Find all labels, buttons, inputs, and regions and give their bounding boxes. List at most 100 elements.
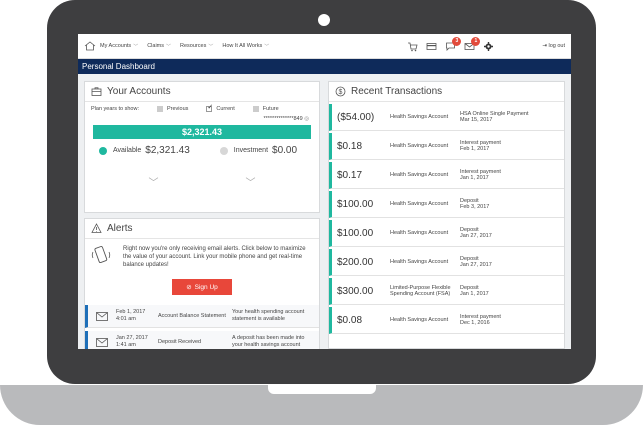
transaction-details: Deposit Jan 27, 2017 [460, 256, 564, 269]
alert-text: A deposit has been made into your health… [232, 335, 305, 348]
nav-how-it-works[interactable]: How It All Works ﹀ [222, 43, 269, 50]
chevron-down-icon[interactable]: ﹀ [246, 174, 256, 189]
alert-datetime: Feb 1, 2017 4:01 am [116, 309, 158, 323]
account-number-text: **************849 [263, 116, 303, 122]
chevron-down-icon: ﹀ [264, 43, 270, 50]
available-label: Available [113, 147, 142, 154]
account-number: **************849 ◎ [85, 116, 319, 122]
alert-row[interactable]: Jan 27, 2017 1:41 am Deposit Received A d… [85, 331, 319, 349]
signup-button[interactable]: ⊘ Sign Up [172, 279, 232, 295]
transaction-account: Health Savings Account [390, 229, 449, 236]
transaction-account: Health Savings Account [390, 113, 449, 120]
transaction-row[interactable]: $0.17 Health Savings Account Interest paym… [329, 162, 564, 189]
chevron-down-icon[interactable]: ﹀ [149, 174, 159, 189]
nav-claims[interactable]: Claims ﹀ [147, 43, 171, 50]
transaction-account: Health Savings Account [390, 200, 449, 207]
camera-dot [318, 14, 330, 26]
transaction-details: Deposit Jan 1, 2017 [460, 285, 564, 298]
current-checkbox[interactable] [206, 103, 213, 112]
nav-label: Resources [180, 43, 207, 49]
opt-label: Previous [167, 106, 189, 112]
chevron-down-icon: ﹀ [133, 43, 139, 50]
nav-right: 3 1 ⇥ log out [407, 36, 565, 52]
alert-message-text: Right now you're only receiving email al… [123, 246, 306, 268]
alert-time: 4:01 am [116, 316, 136, 322]
transaction-amount: $100.00 [337, 198, 374, 210]
transaction-row[interactable]: $300.00 Limited-Purpose Flexible Spending… [329, 278, 564, 305]
page-title: Personal Dashboard [78, 59, 571, 74]
nav-label: How It All Works [222, 43, 263, 49]
available-dot [99, 146, 107, 155]
alerts-panel: Alerts Right now you're only receiving e… [84, 218, 320, 349]
transaction-account: Health Savings Account [390, 258, 449, 265]
transaction-row[interactable]: $0.18 Health Savings Account Interest paym… [329, 133, 564, 160]
check-circle-icon: ⊘ [186, 284, 192, 291]
alerts-title: Alerts [107, 223, 133, 234]
transactions-header: $ Recent Transactions [329, 82, 564, 102]
alert-row[interactable]: Feb 1, 2017 4:01 am Account Balance State… [85, 305, 319, 328]
transaction-row[interactable]: ($54.00) Health Savings Account HSA Online… [329, 104, 564, 131]
previous-checkbox[interactable] [157, 106, 163, 112]
transaction-details: HSA Online Single Payment Mar 15, 2017 [460, 111, 564, 124]
balance-bar: $2,321.43 [93, 125, 311, 139]
signup-label: Sign Up [194, 283, 218, 291]
envelope-icon [96, 337, 108, 347]
investment-dot [219, 146, 228, 155]
logout-link[interactable]: ⇥ log out [542, 43, 565, 49]
svg-text:$: $ [339, 89, 343, 96]
opt-previous[interactable]: Previous [157, 106, 188, 112]
expand-row: ﹀ ﹀ [85, 162, 319, 189]
transaction-account: Limited-Purpose Flexible Spending Accoun… [390, 284, 451, 298]
transaction-account: Health Savings Account [390, 142, 449, 149]
transaction-date: Feb 3, 2017 [460, 204, 490, 210]
dollar-circle-icon: $ [335, 86, 346, 97]
opt-label: Current [216, 106, 235, 112]
accounts-panel: Your Accounts Plan years to show: Previo… [84, 81, 320, 213]
alert-type: Deposit Received [158, 338, 202, 345]
transaction-date: Feb 1, 2017 [460, 146, 490, 152]
opt-future[interactable]: Future [252, 106, 279, 112]
transaction-amount: $200.00 [337, 256, 374, 268]
accounts-title: Your Accounts [107, 86, 171, 97]
transaction-account: Health Savings Account [390, 171, 449, 178]
investment-group: Investment $0.00 [219, 145, 297, 156]
plan-years-label: Plan years to show: [91, 106, 139, 112]
eye-icon[interactable]: ◎ [304, 116, 309, 122]
gear-icon[interactable] [483, 41, 494, 52]
transaction-details: Interest payment Jan 1, 2017 [460, 169, 564, 182]
transaction-row[interactable]: $200.00 Health Savings Account Deposit Jan … [329, 249, 564, 276]
nav-label: Claims [147, 43, 165, 49]
mail-button[interactable]: 1 [464, 36, 481, 52]
envelope-icon [96, 311, 108, 321]
alert-type: Account Balance Statement [158, 312, 226, 319]
mail-badge: 1 [471, 36, 481, 46]
cart-icon[interactable] [407, 41, 418, 52]
transaction-date: Jan 27, 2017 [460, 262, 492, 268]
alert-time: 1:41 am [116, 342, 136, 348]
transaction-date: Dec 1, 2016 [460, 320, 490, 326]
card-icon[interactable] [426, 41, 437, 52]
alert-date: Feb 1, 2017 [116, 309, 146, 315]
briefcase-icon [91, 87, 102, 96]
transaction-row[interactable]: $100.00 Health Savings Account Deposit Jan … [329, 220, 564, 247]
transaction-date: Mar 15, 2017 [460, 117, 493, 123]
transactions-title: Recent Transactions [351, 86, 443, 97]
opt-current[interactable]: Current [206, 103, 235, 112]
transaction-row[interactable]: $100.00 Health Savings Account Deposit Feb … [329, 191, 564, 218]
messages-badge: 3 [452, 36, 462, 46]
home-icon[interactable] [84, 41, 96, 51]
messages-button[interactable]: 3 [445, 36, 462, 52]
laptop-notch [268, 385, 376, 394]
nav-resources[interactable]: Resources ﹀ [180, 43, 213, 50]
alert-text: Your health spending account statement i… [232, 309, 305, 322]
transactions-panel: $ Recent Transactions ($54.00) Health Sav… [328, 81, 565, 349]
investment-label: Investment [233, 147, 269, 154]
nav-my-accounts[interactable]: My Accounts ﹀ [100, 43, 138, 50]
transaction-date: Jan 1, 2017 [460, 175, 489, 181]
future-checkbox[interactable] [252, 106, 259, 112]
alerts-header: Alerts [85, 219, 319, 239]
screen: My Accounts ﹀ Claims ﹀ Resources ﹀ How It A… [78, 34, 571, 349]
transaction-row[interactable]: $0.08 Health Savings Account Interest paym… [329, 307, 564, 334]
transaction-amount: ($54.00) [337, 111, 375, 123]
transaction-amount: $0.08 [337, 314, 363, 326]
